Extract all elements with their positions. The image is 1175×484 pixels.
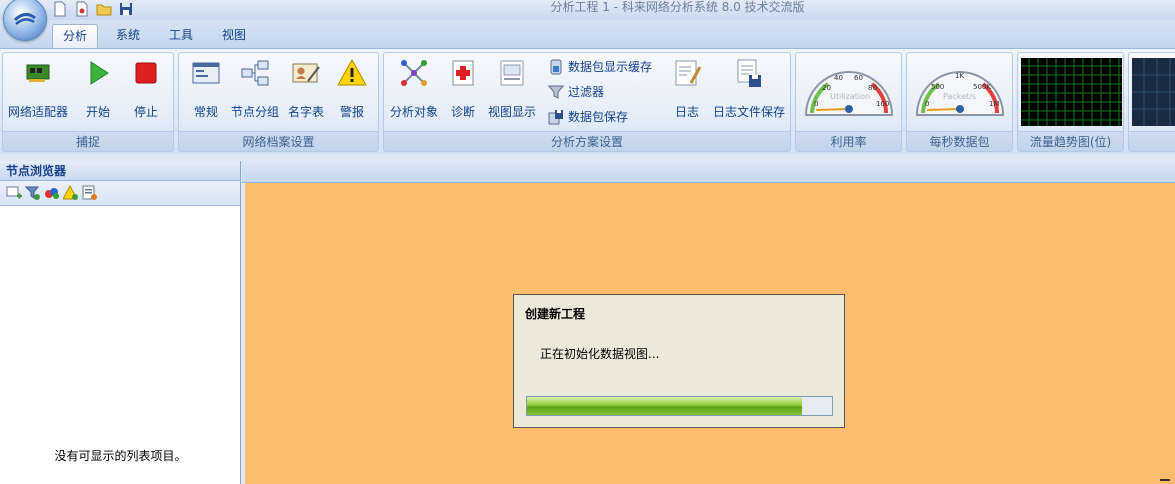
view-display-button[interactable]: 视图显示: [486, 57, 538, 127]
filter-node-icon[interactable]: [24, 185, 41, 201]
tab-tools[interactable]: 工具: [161, 24, 201, 48]
packets-gauge: 0 500 1K 500K 1M Packet/s: [915, 71, 1005, 116]
dialog-message: 正在初始化数据视图...: [540, 347, 660, 361]
node-browser-title: 节点浏览器: [0, 161, 240, 181]
name-table-button[interactable]: 名字表: [283, 57, 329, 127]
document-view-icon: [500, 60, 524, 86]
pkt-tick-500k: 500K: [973, 83, 991, 91]
create-project-dialog: 创建新工程 正在初始化数据视图...: [513, 294, 845, 428]
tab-system[interactable]: 系统: [108, 24, 148, 48]
utilization-gauge: 0 20 40 60 80 100 Utilization: [804, 71, 894, 116]
packet-save-button[interactable]: 数据包保存: [546, 106, 628, 128]
ribbon: 网络适配器 开始 停止 捕捉 常规 节点分组 名字表 警报 网络档案设置 分析对…: [0, 48, 1175, 154]
empty-list-message: 没有可显示的列表项目。: [54, 449, 187, 463]
log-button[interactable]: 日志: [668, 57, 706, 127]
window-title: 分析工程 1 - 科来网络分析系统 8.0 技术交流版: [550, 0, 805, 14]
main-tab-strip: [242, 161, 1175, 183]
progress-bar: [526, 396, 833, 416]
util-tick-100: 100: [876, 100, 889, 108]
group-capture: 网络适配器 开始 停止 捕捉: [2, 52, 174, 152]
util-tick-40: 40: [834, 74, 843, 82]
truncated-graph: [1132, 58, 1175, 126]
analysis-objects-icon: [401, 60, 427, 86]
open-folder-icon[interactable]: [96, 1, 112, 17]
dialog-title: 创建新工程: [525, 307, 586, 321]
node-tree-icon: [241, 60, 269, 86]
pkt-gauge-name: Packet/s: [943, 92, 976, 101]
minimize-icon[interactable]: [1160, 479, 1170, 481]
group-traffic-trend: 流量趋势图(位): [1017, 52, 1124, 152]
alarm-button[interactable]: 警报: [331, 57, 373, 127]
group-network-profile: 常规 节点分组 名字表 警报 网络档案设置: [178, 52, 379, 152]
packet-buffer-icon: [550, 59, 562, 75]
add-node-icon[interactable]: [6, 185, 22, 201]
pkt-tick-1m: 1M: [989, 100, 1000, 108]
network-adapter-button[interactable]: 网络适配器: [5, 57, 71, 127]
traffic-trend-graph: [1021, 58, 1122, 126]
diagnose-button[interactable]: 诊断: [444, 57, 482, 127]
quick-access-toolbar: [52, 1, 134, 17]
progress-fill: [527, 397, 802, 415]
general-settings-button[interactable]: 常规: [185, 57, 227, 127]
util-tick-60: 60: [854, 74, 863, 82]
contact-card-icon: [292, 63, 320, 83]
pkt-tick-500: 500: [931, 83, 944, 91]
window-settings-icon: [192, 62, 220, 84]
node-colors-icon[interactable]: [44, 185, 60, 201]
log-file-save-button[interactable]: 日志文件保存: [710, 57, 788, 127]
util-gauge-name: Utilization: [830, 92, 870, 101]
stop-icon: [135, 62, 157, 84]
medical-cross-icon: [452, 60, 474, 86]
ribbon-tabs: 分析 系统 工具 视图: [0, 20, 1175, 48]
node-group-button[interactable]: 节点分组: [229, 57, 281, 127]
node-browser-toolbar: [0, 181, 240, 206]
new-project-icon[interactable]: [74, 1, 90, 17]
util-tick-20: 20: [822, 84, 831, 92]
group-utilization: 0 20 40 60 80 100 Utilization 利用率: [795, 52, 902, 152]
play-icon: [90, 61, 109, 85]
stop-capture-button[interactable]: 停止: [123, 57, 169, 127]
group-packets-per-second: 0 500 1K 500K 1M Packet/s 每秒数据包: [906, 52, 1013, 152]
new-file-icon[interactable]: [52, 1, 68, 17]
start-capture-button[interactable]: 开始: [75, 57, 121, 127]
log-edit-icon: [675, 60, 702, 86]
packet-save-icon: [548, 110, 563, 125]
tab-view[interactable]: 视图: [214, 24, 254, 48]
analysis-objects-button[interactable]: 分析对象: [386, 57, 442, 127]
util-tick-0: 0: [814, 100, 818, 108]
node-properties-icon[interactable]: [82, 185, 98, 201]
node-browser-pane: 节点浏览器 没有可显示的列表项目。: [0, 161, 241, 484]
save-icon[interactable]: [118, 1, 134, 17]
group-analysis-scheme: 分析对象 诊断 视图显示 数据包显示缓存 过滤器 数据包保存 日志 日志文件保存…: [383, 52, 791, 152]
filter-button[interactable]: 过滤器: [546, 81, 604, 103]
pkt-tick-1k: 1K: [955, 72, 964, 80]
packet-buffer-button[interactable]: 数据包显示缓存: [546, 56, 652, 78]
warning-icon: [337, 58, 367, 86]
node-alert-icon[interactable]: [62, 184, 79, 201]
title-bar: 分析工程 1 - 科来网络分析系统 8.0 技术交流版: [0, 0, 1175, 20]
filter-icon: [548, 85, 564, 99]
log-save-icon: [737, 59, 761, 87]
group-truncated: [1128, 52, 1175, 152]
tab-analysis[interactable]: 分析: [52, 24, 98, 48]
util-tick-80: 80: [868, 84, 877, 92]
network-card-icon: [26, 64, 50, 82]
app-logo-icon: [13, 13, 36, 25]
pkt-tick-0: 0: [925, 100, 929, 108]
